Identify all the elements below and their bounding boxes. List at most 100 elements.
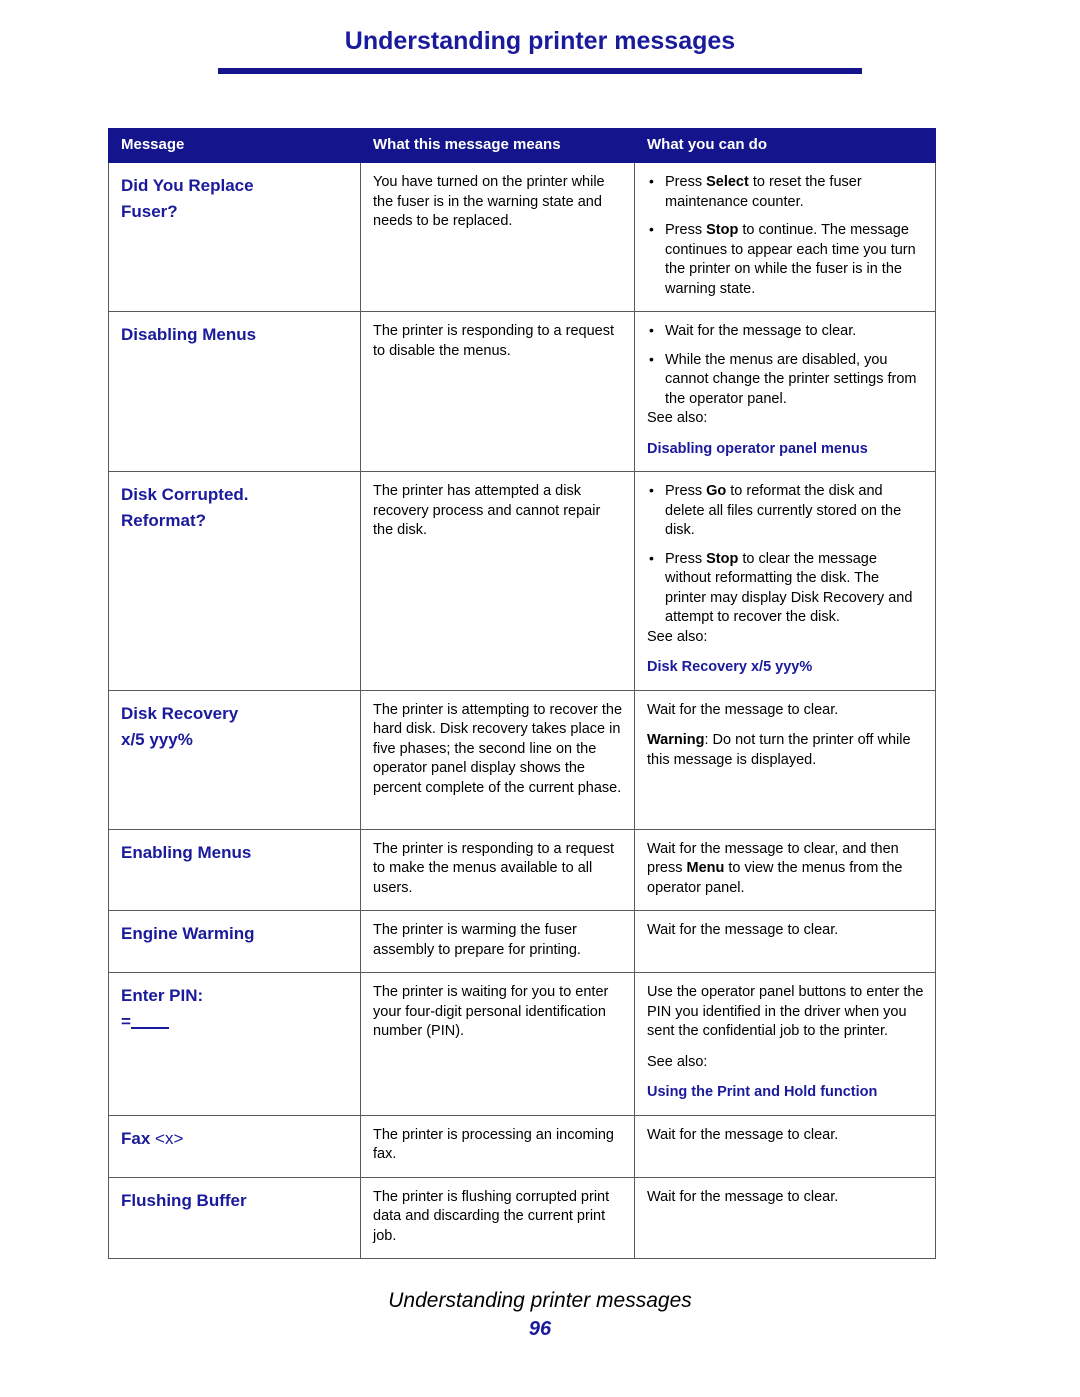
table-row: Enter PIN: = The printer is waiting for yo… bbox=[108, 972, 936, 1116]
action-block: Wait for the message to clear, and then … bbox=[635, 830, 935, 911]
cell-message: Engine Warming bbox=[108, 910, 361, 973]
cell-meaning: You have turned on the printer while the… bbox=[360, 162, 635, 312]
cell-meaning: The printer is waiting for you to enter … bbox=[360, 972, 635, 1116]
message-name-block: Enabling Menus bbox=[109, 830, 360, 878]
header-rule bbox=[218, 68, 862, 74]
message-name-block: Disk Recovery x/5 yyy% bbox=[109, 691, 360, 765]
message-name: Fax <x> bbox=[121, 1126, 349, 1152]
cell-message: Disabling Menus bbox=[108, 311, 361, 472]
message-name-variable: <x> bbox=[155, 1128, 184, 1148]
table-row: Disk Corrupted. Reformat? The printer has … bbox=[108, 471, 936, 691]
meaning-text: The printer has attempted a disk recover… bbox=[373, 483, 601, 538]
message-name-line2: Fuser? bbox=[121, 202, 178, 221]
cell-meaning: The printer is warming the fuser assembl… bbox=[360, 910, 635, 973]
message-name: Enabling Menus bbox=[121, 840, 349, 866]
message-name-line1: Fax bbox=[121, 1128, 156, 1148]
message-name-block: Enter PIN: = bbox=[109, 973, 360, 1047]
message-name-block: Fax <x> bbox=[109, 1116, 360, 1164]
action-bullet-item: Wait for the message to clear. bbox=[647, 321, 924, 342]
printer-messages-table: Message What this message means What you… bbox=[108, 128, 936, 1259]
action-block: Press Go to reformat the disk and delete… bbox=[635, 472, 935, 690]
cell-meaning: The printer is flushing corrupted print … bbox=[360, 1176, 635, 1259]
column-header-meaning: What this message means bbox=[360, 128, 635, 163]
table-row: Engine Warming The printer is warming the… bbox=[108, 910, 936, 973]
message-name-line1: Enabling Menus bbox=[121, 842, 252, 862]
cross-reference-link[interactable]: Disabling operator panel menus bbox=[647, 440, 924, 460]
see-also-label: See also: bbox=[647, 1053, 708, 1070]
action-bullet-item: Press Stop to continue. The message cont… bbox=[647, 220, 924, 299]
cell-action: Wait for the message to clear. bbox=[634, 1114, 936, 1178]
table-header: Message What this message means What you… bbox=[108, 128, 936, 163]
message-name-block: Disk Corrupted. Reformat? bbox=[109, 472, 360, 546]
action-block: Use the operator panel buttons to enter … bbox=[635, 973, 935, 1115]
cell-action: Wait for the message to clear, and then … bbox=[634, 828, 936, 911]
pin-blank-underline bbox=[130, 1013, 169, 1029]
table-row: Fax <x> The printer is processing an inco… bbox=[108, 1114, 936, 1178]
action-bullet-list: Wait for the message to clear. While the … bbox=[647, 321, 924, 409]
action-paragraph: Wait for the message to clear. bbox=[647, 1188, 839, 1205]
cell-message: Enabling Menus bbox=[108, 828, 361, 911]
action-bullet-item: Press Go to reformat the disk and delete… bbox=[647, 481, 924, 541]
message-name: Engine Warming bbox=[121, 921, 349, 947]
cell-message: Fax <x> bbox=[108, 1114, 361, 1178]
meaning-block: The printer is attempting to recover the… bbox=[361, 691, 634, 811]
cell-action: Wait for the message to clear. bbox=[634, 910, 936, 973]
cell-action: Wait for the message to clear. bbox=[634, 1176, 936, 1259]
meaning-text: The printer is warming the fuser assembl… bbox=[373, 922, 581, 958]
meaning-text: You have turned on the printer while the… bbox=[373, 174, 605, 229]
see-also-label: See also: bbox=[647, 628, 708, 645]
cell-message: Disk Corrupted. Reformat? bbox=[108, 471, 361, 691]
cell-action: Wait for the message to clear. While the … bbox=[634, 311, 936, 472]
message-name-line1: Flushing Buffer bbox=[121, 1190, 247, 1210]
meaning-block: The printer is responding to a request t… bbox=[361, 312, 634, 373]
message-name: Disk Corrupted. Reformat? bbox=[121, 482, 349, 534]
page-footer: Understanding printer messages 96 bbox=[0, 1288, 1080, 1342]
meaning-text: The printer is attempting to recover the… bbox=[373, 701, 623, 796]
table-row: Did You Replace Fuser? You have turned on … bbox=[108, 162, 936, 312]
message-name-block: Disabling Menus bbox=[109, 312, 360, 360]
action-bullet-list: Press Select to reset the fuser maintena… bbox=[647, 172, 924, 299]
action-block: Press Select to reset the fuser maintena… bbox=[635, 163, 935, 311]
page-title: Understanding printer messages bbox=[344, 27, 736, 55]
message-name: Disk Recovery x/5 yyy% bbox=[121, 701, 349, 753]
message-name-block: Engine Warming bbox=[109, 911, 360, 959]
cell-message: Enter PIN: = bbox=[108, 972, 361, 1116]
action-bullet-item: Press Stop to clear the message without … bbox=[647, 549, 924, 628]
action-block: Wait for the message to clear. While the … bbox=[635, 312, 935, 471]
emphasis-text: Stop bbox=[706, 550, 739, 567]
action-paragraph: Use the operator panel buttons to enter … bbox=[647, 984, 924, 1039]
meaning-block: The printer is flushing corrupted print … bbox=[361, 1178, 634, 1259]
meaning-block: The printer is processing an incoming fa… bbox=[361, 1116, 634, 1177]
meaning-block: You have turned on the printer while the… bbox=[361, 163, 634, 244]
column-header-message: Message bbox=[108, 128, 361, 163]
message-name-line2: = bbox=[121, 1009, 349, 1035]
table-body: Did You Replace Fuser? You have turned on … bbox=[108, 162, 936, 1259]
message-name-line1: Disk Corrupted. bbox=[121, 485, 249, 504]
action-paragraph: Wait for the message to clear, and then … bbox=[647, 840, 903, 896]
message-name-line1: Did You Replace bbox=[121, 176, 254, 195]
page-header: Understanding printer messages bbox=[0, 26, 1080, 56]
cell-meaning: The printer has attempted a disk recover… bbox=[360, 471, 635, 691]
action-block: Wait for the message to clear. Warning: D… bbox=[635, 691, 935, 783]
cell-action: Press Go to reformat the disk and delete… bbox=[634, 471, 936, 691]
meaning-text: The printer is responding to a request t… bbox=[373, 840, 614, 896]
cell-action: Wait for the message to clear. Warning: D… bbox=[634, 689, 936, 830]
action-bullet-list: Press Go to reformat the disk and delete… bbox=[647, 481, 924, 628]
footer-title: Understanding printer messages bbox=[388, 1289, 692, 1312]
cell-meaning: The printer is processing an incoming fa… bbox=[360, 1114, 635, 1178]
action-block: Wait for the message to clear. bbox=[635, 911, 935, 953]
message-name-block: Flushing Buffer bbox=[109, 1178, 360, 1226]
cross-reference-link[interactable]: Disk Recovery x/5 yyy% bbox=[647, 658, 924, 678]
emphasis-text: Menu bbox=[686, 860, 725, 876]
message-name: Enter PIN: = bbox=[121, 983, 349, 1035]
cell-action: Use the operator panel buttons to enter … bbox=[634, 972, 936, 1116]
table-row: Enabling Menus The printer is responding … bbox=[108, 828, 936, 911]
table-row: Flushing Buffer The printer is flushing c… bbox=[108, 1176, 936, 1259]
meaning-block: The printer is waiting for you to enter … bbox=[361, 973, 634, 1054]
message-name: Flushing Buffer bbox=[121, 1188, 349, 1214]
action-paragraph: Wait for the message to clear. bbox=[647, 701, 839, 718]
cross-reference-link[interactable]: Using the Print and Hold function bbox=[647, 1083, 924, 1103]
meaning-block: The printer is warming the fuser assembl… bbox=[361, 911, 634, 972]
action-paragraph: Warning: Do not turn the printer off whi… bbox=[647, 732, 911, 768]
message-name-line1: Disk Recovery bbox=[121, 703, 239, 723]
